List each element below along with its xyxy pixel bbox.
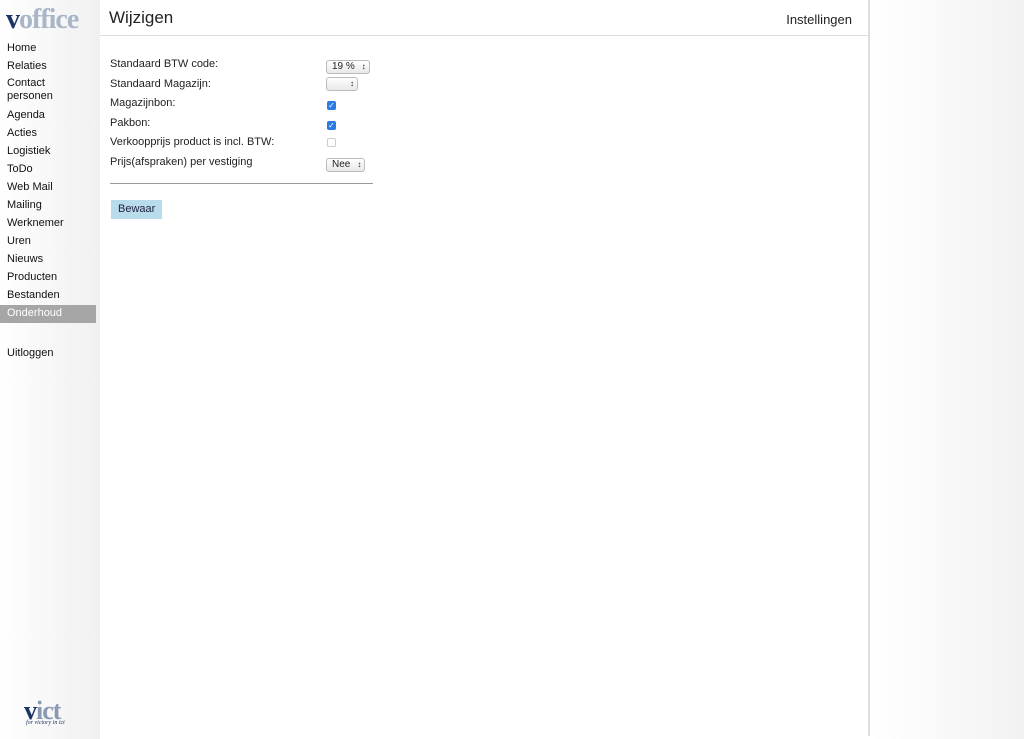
sidebar-item-todo[interactable]: ToDo	[0, 161, 96, 179]
divider	[110, 183, 373, 184]
magazijn-select[interactable]	[326, 76, 358, 91]
sidebar-item-contactpersonen[interactable]: Contact personen	[0, 76, 96, 107]
vestiging-label: Prijs(afspraken) per vestiging	[110, 155, 253, 168]
magazijn-label: Standaard Magazijn:	[110, 77, 211, 90]
sidebar-item-producten[interactable]: Producten	[0, 269, 96, 287]
sidebar-item-werknemer[interactable]: Werknemer	[0, 215, 96, 233]
vestiging-select[interactable]: Nee	[326, 157, 366, 172]
sidebar-item-bestanden[interactable]: Bestanden	[0, 287, 96, 305]
logout-link[interactable]: Uitloggen	[0, 345, 96, 363]
sidebar-item-onderhoud[interactable]: Onderhoud	[0, 305, 96, 323]
sidebar-item-logistiek[interactable]: Logistiek	[0, 143, 96, 161]
vict-logo: vict for victory in ict	[24, 696, 65, 726]
save-button[interactable]: Bewaar	[111, 200, 163, 219]
magazijnbon-label: Magazijnbon:	[110, 97, 176, 109]
pakbon-checkbox[interactable]: ✓	[327, 120, 336, 130]
sidebar-item-relaties[interactable]: Relaties	[0, 58, 96, 76]
sidebar-item-home[interactable]: Home	[0, 40, 96, 58]
sidebar-item-nieuws[interactable]: Nieuws	[0, 251, 96, 269]
header: Wijzigen Instellingen	[100, 0, 868, 36]
sidebar-nav: Home Relaties Contact personen Agenda Ac…	[0, 40, 96, 363]
sidebar-item-mailing[interactable]: Mailing	[0, 197, 96, 215]
right-panel	[872, 0, 1024, 739]
btw-label: Standaard BTW code:	[110, 58, 219, 70]
pakbon-label: Pakbon:	[110, 116, 151, 129]
sidebar-item-agenda[interactable]: Agenda	[0, 107, 96, 125]
magazijnbon-checkbox[interactable]: ✓	[327, 101, 336, 110]
main-content: Wijzigen Instellingen Standaard BTW code…	[100, 0, 870, 736]
sidebar-item-uren[interactable]: Uren	[0, 233, 96, 251]
btw-select[interactable]: 19 %	[326, 60, 370, 74]
sidebar-item-webmail[interactable]: Web Mail	[0, 179, 96, 197]
sidebar: voffice Home Relaties Contact personen A…	[0, 0, 100, 739]
incl-btw-label: Verkoopprijs product is incl. BTW:	[110, 136, 275, 148]
sidebar-item-acties[interactable]: Acties	[0, 125, 96, 143]
settings-heading: Instellingen	[786, 12, 852, 27]
page-title: Wijzigen	[109, 8, 174, 27]
incl-btw-checkbox[interactable]	[327, 138, 336, 147]
settings-form: Standaard BTW code: 19 % Standaard Magaz…	[110, 55, 373, 172]
voffice-logo[interactable]: voffice	[6, 4, 79, 36]
